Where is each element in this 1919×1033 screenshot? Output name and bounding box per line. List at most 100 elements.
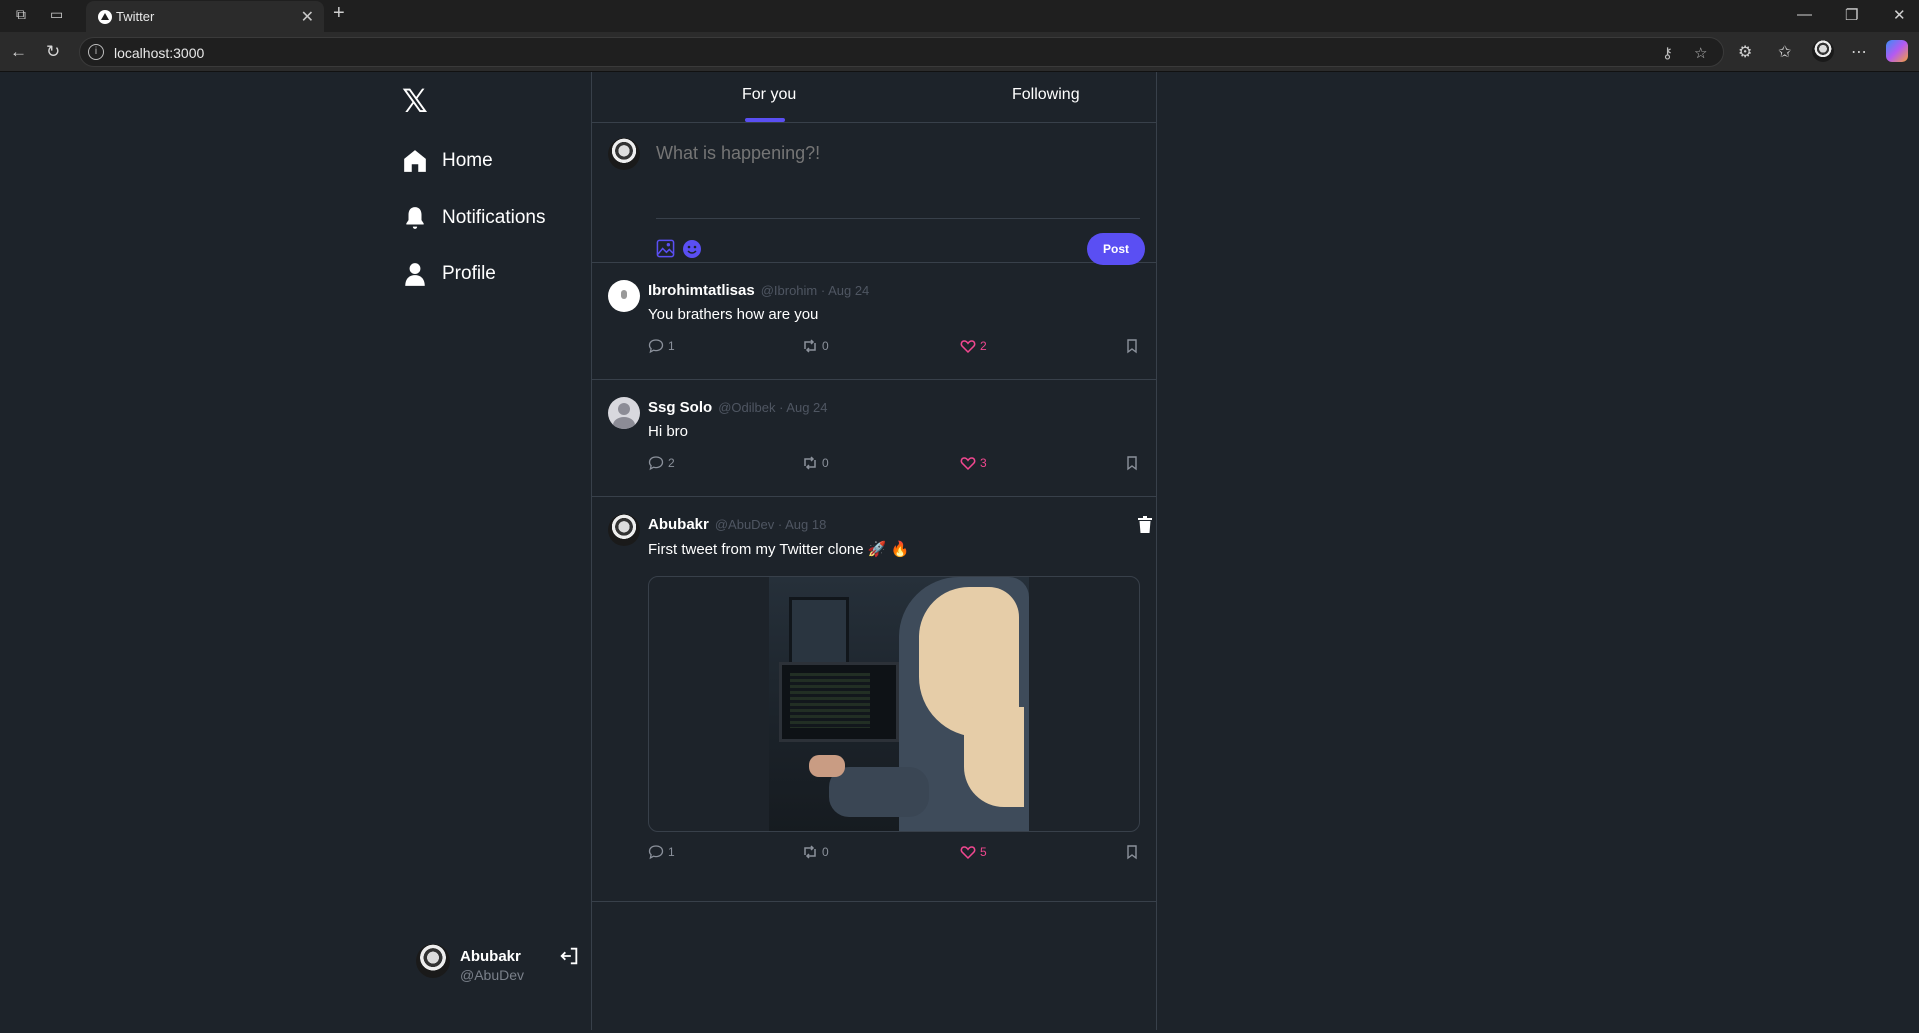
retweet-icon bbox=[804, 845, 816, 859]
x-logo[interactable]: 𝕏 bbox=[402, 82, 428, 120]
retweet-button[interactable]: 0 bbox=[802, 338, 829, 354]
sidebar-item-label: Home bbox=[442, 150, 493, 171]
tweet-actions: 1 0 2 bbox=[648, 338, 1140, 358]
tweet-header: Abubakr @AbuDev · Aug 18 bbox=[648, 516, 826, 533]
password-key-icon[interactable]: ⚷ bbox=[1662, 44, 1673, 62]
app-page: 𝕏 Home Notifications Profile Abubakr @Ab… bbox=[4, 72, 1915, 1030]
tweet-composer: Post bbox=[592, 123, 1156, 265]
tab-close-icon[interactable]: ✕ bbox=[301, 7, 314, 27]
user-name: Abubakr bbox=[460, 948, 521, 965]
sidebar-user-card[interactable]: Abubakr @AbuDev bbox=[416, 940, 588, 988]
browser-toolbar: ← ↻ i localhost:3000 ⚷ ☆ ⚙ ✩ ⋯ bbox=[0, 32, 1919, 72]
tweet-text: You brathers how are you bbox=[648, 306, 819, 323]
tab-for-you[interactable]: For you bbox=[742, 86, 796, 104]
feed-tabs: For you Following bbox=[592, 72, 1156, 123]
retweet-count: 0 bbox=[822, 339, 829, 353]
extensions-icon[interactable]: ⚙ bbox=[1738, 42, 1752, 62]
new-tab-button[interactable]: + bbox=[333, 2, 345, 25]
tab-actions-icon[interactable]: ▭ bbox=[50, 6, 63, 23]
logout-icon[interactable] bbox=[558, 945, 580, 967]
tweet-header: Ibrohimtatlisas @Ibrohim · Aug 24 bbox=[648, 282, 869, 299]
reply-button[interactable]: 1 bbox=[648, 338, 675, 354]
sidebar-item-label: Notifications bbox=[442, 207, 546, 228]
heart-icon bbox=[960, 340, 976, 354]
bookmark-button[interactable] bbox=[1124, 338, 1140, 354]
workspaces-icon[interactable]: ⧉ bbox=[16, 6, 26, 23]
tweet-card[interactable]: Ssg Solo @Odilbek · Aug 24 Hi bro 2 0 3 bbox=[592, 381, 1156, 497]
reply-count: 2 bbox=[668, 456, 675, 470]
browser-tab[interactable]: Twitter ✕ bbox=[86, 1, 324, 32]
minimize-icon[interactable]: — bbox=[1797, 6, 1812, 23]
favorite-star-icon[interactable]: ☆ bbox=[1694, 44, 1707, 62]
reply-count: 1 bbox=[668, 339, 675, 353]
tweet-header: Ssg Solo @Odilbek · Aug 24 bbox=[648, 399, 828, 416]
browser-profile-avatar[interactable] bbox=[1812, 40, 1834, 62]
site-info-icon[interactable]: i bbox=[88, 44, 104, 60]
retweet-button[interactable]: 0 bbox=[802, 844, 829, 860]
comment-icon bbox=[648, 339, 664, 354]
sidebar-item-home[interactable]: Home bbox=[402, 144, 493, 178]
sidebar-item-label: Profile bbox=[442, 263, 496, 284]
bookmark-icon bbox=[1127, 456, 1137, 471]
tweet-card[interactable]: Abubakr @AbuDev · Aug 18 First tweet from… bbox=[592, 498, 1156, 902]
tab-following[interactable]: Following bbox=[1012, 86, 1080, 104]
comment-icon bbox=[648, 456, 664, 471]
like-count: 2 bbox=[980, 339, 987, 353]
copilot-icon[interactable] bbox=[1886, 40, 1908, 62]
heart-icon bbox=[960, 457, 976, 471]
like-button[interactable]: 2 bbox=[960, 338, 987, 354]
tweet-author-name[interactable]: Abubakr bbox=[648, 516, 709, 533]
feed-column: For you Following Post Ibrohimtatlisas @I… bbox=[591, 72, 1157, 1030]
tweet-meta: @Ibrohim · Aug 24 bbox=[760, 283, 870, 298]
avatar bbox=[608, 397, 640, 429]
like-count: 5 bbox=[980, 845, 987, 859]
tweet-meta: @Odilbek · Aug 24 bbox=[718, 400, 828, 415]
hooded-coder-illustration bbox=[769, 577, 1029, 831]
back-icon[interactable]: ← bbox=[10, 42, 27, 62]
reply-button[interactable]: 2 bbox=[648, 455, 675, 471]
trash-icon[interactable] bbox=[1137, 516, 1153, 534]
browser-titlebar: ⧉ ▭ Twitter ✕ + — ❐ ✕ bbox=[0, 0, 1919, 32]
avatar bbox=[608, 514, 640, 546]
tweet-author-name[interactable]: Ibrohimtatlisas bbox=[648, 282, 755, 299]
sidebar-item-profile[interactable]: Profile bbox=[402, 257, 496, 291]
person-icon bbox=[405, 263, 425, 286]
image-upload-icon[interactable] bbox=[656, 239, 675, 258]
compose-input[interactable] bbox=[656, 143, 1136, 164]
sidebar-item-notifications[interactable]: Notifications bbox=[402, 201, 546, 235]
favorites-icon[interactable]: ✩ bbox=[1778, 42, 1791, 62]
reply-count: 1 bbox=[668, 845, 675, 859]
bookmark-button[interactable] bbox=[1124, 844, 1140, 860]
tweet-meta: @AbuDev · Aug 18 bbox=[714, 517, 827, 532]
more-options-icon[interactable]: ⋯ bbox=[1851, 42, 1867, 62]
composer-divider bbox=[656, 218, 1140, 219]
tab-title: Twitter bbox=[116, 9, 155, 24]
close-window-icon[interactable]: ✕ bbox=[1893, 6, 1906, 24]
tweet-image[interactable] bbox=[648, 576, 1140, 832]
post-button[interactable]: Post bbox=[1087, 233, 1145, 265]
restore-icon[interactable]: ❐ bbox=[1845, 6, 1858, 24]
tweet-actions: 2 0 3 bbox=[648, 455, 1140, 475]
like-button[interactable]: 5 bbox=[960, 844, 987, 860]
bookmark-icon bbox=[1127, 845, 1137, 860]
like-button[interactable]: 3 bbox=[960, 455, 987, 471]
retweet-icon bbox=[804, 456, 816, 470]
comment-icon bbox=[648, 845, 664, 860]
tweet-text: Hi bro bbox=[648, 423, 689, 440]
emoji-icon[interactable] bbox=[682, 239, 702, 259]
retweet-button[interactable]: 0 bbox=[802, 455, 829, 471]
avatar bbox=[608, 138, 640, 170]
address-bar[interactable]: i localhost:3000 ⚷ ☆ bbox=[79, 37, 1724, 67]
reply-button[interactable]: 1 bbox=[648, 844, 675, 860]
refresh-icon[interactable]: ↻ bbox=[46, 42, 60, 62]
active-tab-indicator bbox=[745, 118, 785, 122]
tweet-card[interactable]: Ibrohimtatlisas @Ibrohim · Aug 24 You bra… bbox=[592, 264, 1156, 380]
bookmark-button[interactable] bbox=[1124, 455, 1140, 471]
tweet-author-name[interactable]: Ssg Solo bbox=[648, 399, 712, 416]
tweet-text: First tweet from my Twitter clone 🚀 🔥 bbox=[648, 541, 910, 558]
retweet-count: 0 bbox=[822, 456, 829, 470]
avatar bbox=[608, 280, 640, 312]
url-text: localhost:3000 bbox=[114, 45, 205, 61]
favicon-icon bbox=[98, 10, 112, 24]
heart-icon bbox=[960, 846, 976, 860]
